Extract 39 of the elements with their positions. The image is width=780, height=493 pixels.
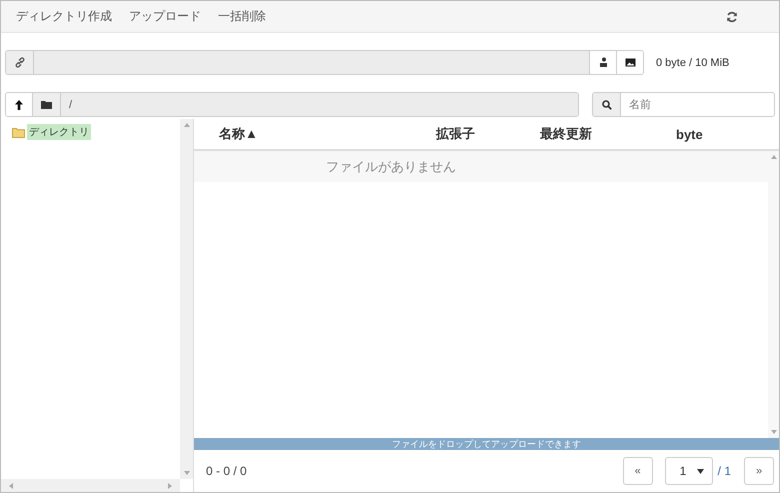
up-arrow-icon bbox=[15, 100, 23, 110]
column-header[interactable]: 最終更新 bbox=[540, 125, 676, 143]
folder-icon bbox=[12, 126, 25, 138]
person-icon bbox=[598, 57, 608, 68]
page-total: / 1 bbox=[718, 464, 731, 478]
menu-item[interactable]: 一括削除 bbox=[218, 8, 266, 25]
scroll-up-icon[interactable] bbox=[770, 155, 776, 159]
scroll-right-icon[interactable] bbox=[168, 482, 172, 488]
scroll-up-icon[interactable] bbox=[184, 123, 190, 127]
last-page-button[interactable]: » bbox=[744, 457, 774, 485]
column-header[interactable]: 拡張子 bbox=[436, 125, 540, 143]
scroll-down-icon[interactable] bbox=[184, 471, 190, 475]
drop-hint: ファイルをドロップしてアップロードできます bbox=[194, 438, 779, 450]
path-field[interactable]: / bbox=[61, 93, 578, 116]
scrollbar[interactable] bbox=[768, 151, 779, 438]
image-icon bbox=[624, 58, 636, 67]
image-button[interactable] bbox=[616, 51, 643, 74]
link-icon bbox=[14, 57, 24, 68]
column-header[interactable]: 名称▲ bbox=[194, 125, 436, 143]
search-field[interactable]: 名前 bbox=[592, 92, 775, 117]
search-icon bbox=[602, 100, 612, 110]
menu-item[interactable]: アップロード bbox=[129, 8, 201, 25]
scroll-left-icon[interactable] bbox=[9, 482, 13, 488]
scroll-down-icon[interactable] bbox=[770, 430, 776, 434]
first-page-button[interactable]: « bbox=[622, 457, 653, 485]
folder-icon bbox=[41, 100, 52, 109]
column-header[interactable]: byte bbox=[676, 126, 703, 142]
url-field[interactable] bbox=[34, 51, 589, 74]
up-button[interactable] bbox=[6, 93, 33, 116]
caret-icon bbox=[696, 468, 704, 474]
tree-item[interactable]: ディレクトリ bbox=[27, 124, 91, 140]
menu-item[interactable]: ディレクトリ作成 bbox=[16, 8, 112, 25]
empty-message: ファイルがありません bbox=[194, 151, 768, 182]
page-select[interactable]: 1 bbox=[664, 457, 713, 485]
quota-text: 0 byte / 10 MiB bbox=[656, 56, 730, 68]
refresh-icon[interactable] bbox=[726, 10, 738, 22]
scrollbar[interactable] bbox=[180, 119, 193, 479]
scrollbar[interactable] bbox=[1, 479, 180, 492]
range-text: 0 - 0 / 0 bbox=[206, 464, 247, 478]
